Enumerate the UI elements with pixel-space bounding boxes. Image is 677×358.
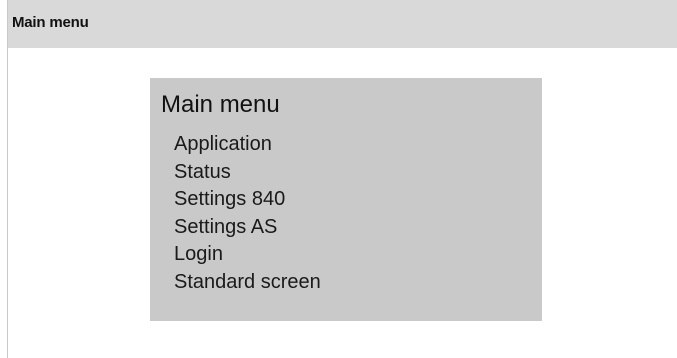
menu-item-standard-screen[interactable]: Standard screen bbox=[174, 269, 321, 297]
menu-item-login[interactable]: Login bbox=[174, 241, 321, 269]
menu-item-application[interactable]: Application bbox=[174, 131, 321, 159]
menu-item-status[interactable]: Status bbox=[174, 159, 321, 187]
main-window: Main menu Main menu Application Status S… bbox=[7, 0, 677, 358]
menu-heading: Main menu bbox=[161, 91, 280, 118]
menu-list: Application Status Settings 840 Settings… bbox=[174, 131, 321, 296]
main-menu-panel: Main menu Application Status Settings 84… bbox=[150, 78, 542, 321]
menu-item-settings-840[interactable]: Settings 840 bbox=[174, 186, 321, 214]
window-title: Main menu bbox=[12, 14, 89, 31]
menu-item-settings-as[interactable]: Settings AS bbox=[174, 214, 321, 242]
title-bar: Main menu bbox=[8, 0, 677, 48]
